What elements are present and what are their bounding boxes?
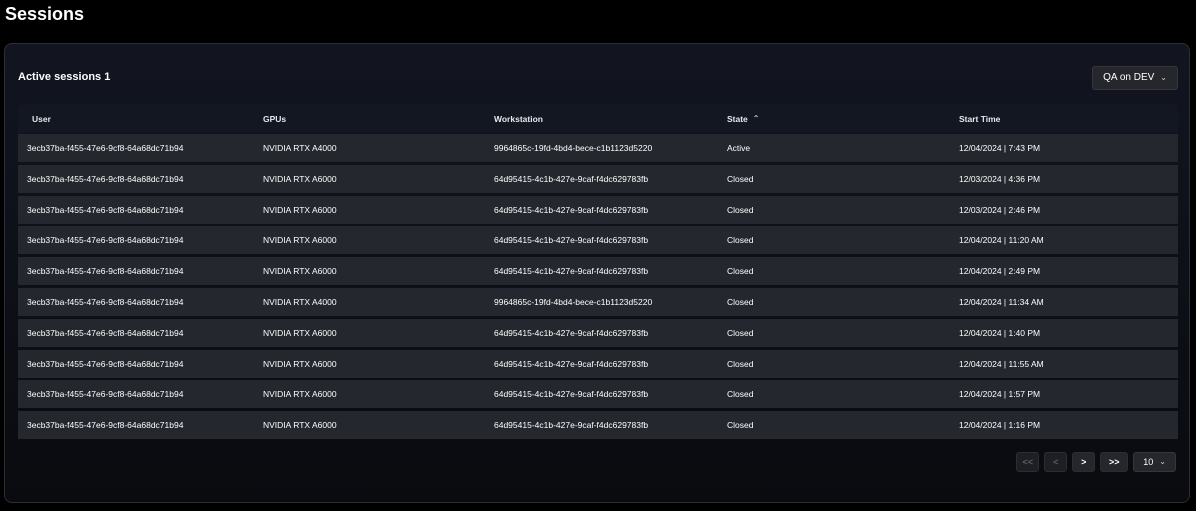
- cell-user: 3ecb37ba-f455-47e6-9cf8-64a68dc71b94: [27, 358, 184, 369]
- panel-header: Active sessions 1 QA on DEV ⌄: [18, 66, 1178, 90]
- cell-user: 3ecb37ba-f455-47e6-9cf8-64a68dc71b94: [27, 389, 184, 400]
- table-row[interactable]: 3ecb37ba-f455-47e6-9cf8-64a68dc71b94 NVID…: [18, 164, 1178, 193]
- cell-workstation: 64d95415-4c1b-427e-9caf-f4dc629783fb: [494, 327, 649, 338]
- environment-dropdown[interactable]: QA on DEV ⌄: [1092, 66, 1178, 90]
- table-row[interactable]: 3ecb37ba-f455-47e6-9cf8-64a68dc71b94 NVID…: [18, 226, 1178, 255]
- page-title: Sessions: [5, 4, 85, 24]
- page-size-value: 10: [1143, 457, 1154, 467]
- cell-start-time: 12/04/2024 | 7:43 PM: [959, 143, 1041, 153]
- cell-user: 3ecb37ba-f455-47e6-9cf8-64a68dc71b94: [27, 173, 184, 184]
- last-page-button[interactable]: >>: [1100, 452, 1129, 472]
- column-header-gpus[interactable]: GPUs: [263, 114, 494, 124]
- cell-user: 3ecb37ba-f455-47e6-9cf8-64a68dc71b94: [27, 296, 184, 307]
- sort-ascending-icon: ⌃: [752, 114, 760, 123]
- table-row[interactable]: 3ecb37ba-f455-47e6-9cf8-64a68dc71b94 NVID…: [18, 287, 1178, 316]
- column-header-workstation[interactable]: Workstation: [494, 114, 727, 124]
- column-header-user[interactable]: User: [18, 114, 263, 124]
- environment-label: QA on DEV: [1103, 72, 1155, 83]
- cell-workstation: 64d95415-4c1b-427e-9caf-f4dc629783fb: [494, 173, 649, 184]
- cell-start-time: 12/04/2024 | 11:20 AM: [959, 235, 1044, 246]
- cell-state: Closed: [727, 389, 754, 400]
- cell-gpus: NVIDIA RTX A6000: [263, 173, 337, 184]
- cell-start-time: 12/04/2024 | 2:49 PM: [959, 266, 1041, 277]
- cell-workstation: 9964865c-19fd-4bd4-bece-c1b1123d5220: [494, 143, 653, 153]
- table-header: User GPUs Workstation State ⌃ Start Time: [18, 104, 1178, 133]
- cell-user: 3ecb37ba-f455-47e6-9cf8-64a68dc71b94: [27, 420, 184, 431]
- cell-gpus: NVIDIA RTX A6000: [263, 358, 337, 369]
- cell-start-time: 12/03/2024 | 4:36 PM: [959, 173, 1041, 184]
- cell-gpus: NVIDIA RTX A6000: [263, 327, 337, 338]
- cell-state: Closed: [727, 204, 754, 215]
- cell-workstation: 64d95415-4c1b-427e-9caf-f4dc629783fb: [494, 389, 649, 400]
- cell-gpus: NVIDIA RTX A6000: [263, 204, 337, 215]
- active-sessions-title: Active sessions 1: [18, 71, 111, 83]
- cell-start-time: 12/03/2024 | 2:46 PM: [959, 204, 1041, 215]
- cell-gpus: NVIDIA RTX A6000: [263, 235, 337, 246]
- cell-start-time: 12/04/2024 | 1:16 PM: [959, 420, 1041, 431]
- cell-workstation: 9964865c-19fd-4bd4-bece-c1b1123d5220: [494, 296, 653, 307]
- cell-state: Closed: [727, 296, 754, 307]
- cell-start-time: 12/04/2024 | 1:57 PM: [959, 389, 1041, 400]
- cell-gpus: NVIDIA RTX A6000: [263, 420, 337, 431]
- column-header-start-time[interactable]: Start Time: [959, 114, 1178, 124]
- pagination: << < > >> 10 ⌄: [1016, 452, 1176, 472]
- cell-state: Closed: [727, 173, 754, 184]
- cell-workstation: 64d95415-4c1b-427e-9caf-f4dc629783fb: [494, 358, 649, 369]
- cell-user: 3ecb37ba-f455-47e6-9cf8-64a68dc71b94: [27, 327, 184, 338]
- next-page-button[interactable]: >: [1072, 452, 1096, 472]
- table-row[interactable]: 3ecb37ba-f455-47e6-9cf8-64a68dc71b94 NVID…: [18, 134, 1178, 162]
- table-body: 3ecb37ba-f455-47e6-9cf8-64a68dc71b94 NVID…: [18, 134, 1178, 440]
- cell-state: Closed: [727, 266, 754, 277]
- cell-workstation: 64d95415-4c1b-427e-9caf-f4dc629783fb: [494, 235, 649, 246]
- cell-start-time: 12/04/2024 | 11:55 AM: [959, 358, 1044, 369]
- table-row[interactable]: 3ecb37ba-f455-47e6-9cf8-64a68dc71b94 NVID…: [18, 380, 1178, 409]
- previous-page-button[interactable]: <: [1044, 452, 1068, 472]
- chevron-down-icon: ⌄: [1159, 457, 1166, 466]
- cell-gpus: NVIDIA RTX A6000: [263, 266, 337, 277]
- cell-gpus: NVIDIA RTX A4000: [263, 296, 337, 307]
- sessions-table: User GPUs Workstation State ⌃ Start Time …: [18, 104, 1178, 440]
- cell-state: Closed: [727, 420, 754, 431]
- cell-user: 3ecb37ba-f455-47e6-9cf8-64a68dc71b94: [27, 143, 184, 153]
- cell-workstation: 64d95415-4c1b-427e-9caf-f4dc629783fb: [494, 204, 649, 215]
- cell-workstation: 64d95415-4c1b-427e-9caf-f4dc629783fb: [494, 266, 649, 277]
- cell-user: 3ecb37ba-f455-47e6-9cf8-64a68dc71b94: [27, 235, 184, 246]
- table-row[interactable]: 3ecb37ba-f455-47e6-9cf8-64a68dc71b94 NVID…: [18, 411, 1178, 440]
- sessions-panel: Active sessions 1 QA on DEV ⌄ User GPUs …: [4, 43, 1190, 503]
- column-header-state[interactable]: State ⌃: [727, 114, 959, 124]
- cell-user: 3ecb37ba-f455-47e6-9cf8-64a68dc71b94: [27, 204, 184, 215]
- cell-state: Active: [727, 143, 751, 153]
- cell-start-time: 12/04/2024 | 1:40 PM: [959, 327, 1041, 338]
- cell-gpus: NVIDIA RTX A4000: [263, 143, 337, 153]
- cell-user: 3ecb37ba-f455-47e6-9cf8-64a68dc71b94: [27, 266, 184, 277]
- first-page-button[interactable]: <<: [1016, 452, 1040, 472]
- chevron-down-icon: ⌄: [1160, 73, 1167, 82]
- cell-start-time: 12/04/2024 | 11:34 AM: [959, 296, 1044, 307]
- cell-state: Closed: [727, 235, 754, 246]
- table-row[interactable]: 3ecb37ba-f455-47e6-9cf8-64a68dc71b94 NVID…: [18, 349, 1178, 378]
- table-row[interactable]: 3ecb37ba-f455-47e6-9cf8-64a68dc71b94 NVID…: [18, 195, 1178, 224]
- table-row[interactable]: 3ecb37ba-f455-47e6-9cf8-64a68dc71b94 NVID…: [18, 318, 1178, 347]
- cell-state: Closed: [727, 327, 754, 338]
- cell-workstation: 64d95415-4c1b-427e-9caf-f4dc629783fb: [494, 420, 649, 431]
- cell-state: Closed: [727, 358, 754, 369]
- cell-gpus: NVIDIA RTX A6000: [263, 389, 337, 400]
- page-size-dropdown[interactable]: 10 ⌄: [1133, 452, 1176, 472]
- table-row[interactable]: 3ecb37ba-f455-47e6-9cf8-64a68dc71b94 NVID…: [18, 257, 1178, 286]
